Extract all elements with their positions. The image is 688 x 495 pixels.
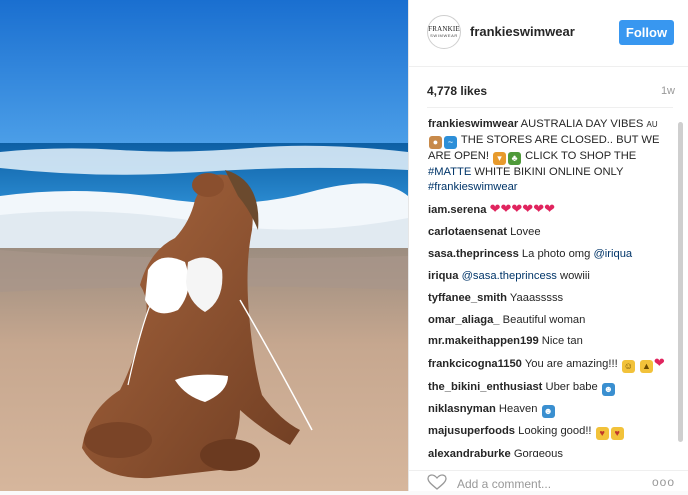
post-photo	[0, 0, 408, 491]
monkey-emoji-icon: ●	[429, 135, 442, 149]
heart-icon: ❤	[489, 201, 501, 217]
post-age[interactable]: 1w	[661, 85, 675, 97]
comment-item: iriqua @sasa.theprincess wowiii	[428, 269, 674, 285]
comment-text: Beautiful woman	[502, 313, 586, 326]
comment-item: sasa.theprincess La photo omg @iriqua	[428, 247, 674, 263]
heart-icon: ❤	[500, 201, 512, 217]
caption-text: WHITE BIKINI ONLINE ONLY	[474, 165, 624, 178]
avatar-text-top: FRANKIE	[428, 25, 460, 33]
hashtag-link[interactable]: #MATTE	[428, 166, 471, 178]
comments-scrollbar[interactable]	[678, 122, 683, 442]
comment-item: the_bikini_enthusiast Uber babe ☻	[428, 380, 674, 396]
comment-bar: Add a comment... ooo	[409, 470, 688, 492]
comment-text: You are amazing!!!	[524, 358, 618, 371]
heart-icon: ❤	[511, 201, 523, 217]
caption-username[interactable]: frankieswimwear	[428, 118, 518, 130]
comment-item: tyffanee_smith Yaaasssss	[428, 291, 674, 307]
thumbs-up-emoji-icon: ▲	[639, 360, 653, 374]
comment-username[interactable]: niklasnyman	[428, 403, 496, 415]
post-header: FRANKIE SWIMWEAR frankieswimwear Follow	[409, 0, 688, 67]
caption: frankieswimwear AUSTRALIA DAY VIBES AU ●…	[428, 117, 674, 196]
comment-text: La photo omg	[521, 247, 591, 260]
heart-icon: ❤	[544, 201, 556, 217]
hashtag-link[interactable]: #frankieswimwear	[428, 181, 518, 193]
heart-eyes-emoji-icon: ♥	[595, 427, 609, 441]
comment-text: Yaaasssss	[509, 291, 564, 304]
flag-text: AU	[646, 120, 658, 129]
hands-up-emoji-icon: ☻	[601, 382, 615, 396]
comment-input[interactable]: Add a comment...	[457, 477, 551, 491]
comment-item: alexandraburke Gorgeous	[428, 447, 674, 458]
comment-username[interactable]: sasa.theprincess	[428, 248, 519, 260]
comment-item: niklasnyman Heaven ☻	[428, 402, 674, 418]
heart-icon: ❤	[653, 355, 665, 371]
comment-item: omar_aliaga_ Beautiful woman	[428, 313, 674, 329]
divider	[427, 107, 673, 108]
comment-text: Heaven	[498, 402, 538, 415]
comment-username[interactable]: carlotaensenat	[428, 226, 507, 238]
heart-icon: ❤	[533, 201, 545, 217]
username-link[interactable]: frankieswimwear	[470, 24, 575, 39]
heart-icon: ❤	[522, 201, 534, 217]
comment-username[interactable]: mr.makeithappen199	[428, 335, 539, 347]
comment-text: Looking good!!	[518, 425, 592, 438]
comment-text: Gorgeous	[513, 447, 563, 458]
comment-username[interactable]: frankcicogna1150	[428, 358, 522, 370]
comment-username[interactable]: majusuperfoods	[428, 425, 515, 437]
mention-link[interactable]: @iriqua	[593, 248, 632, 260]
heart-eyes-emoji-icon: ♥	[610, 427, 624, 441]
comment-text: wowiii	[560, 269, 590, 282]
caption-text: CLICK TO SHOP THE	[525, 149, 637, 162]
avatar[interactable]: FRANKIE SWIMWEAR	[427, 15, 461, 49]
comment-username[interactable]: omar_aliaga_	[428, 314, 500, 326]
comment-username[interactable]: the_bikini_enthusiast	[428, 381, 542, 393]
comment-username[interactable]: iriqua	[428, 270, 458, 282]
palm-tree-emoji-icon: ♣	[508, 151, 522, 165]
caption-text: AUSTRALIA DAY VIBES	[520, 118, 644, 130]
comment-item: mr.makeithappen199 Nice tan	[428, 334, 674, 350]
mention-link[interactable]: @sasa.theprincess	[462, 270, 557, 282]
comment-item: majusuperfoods Looking good!! ♥ ♥	[428, 424, 674, 441]
comment-username[interactable]: alexandraburke	[428, 448, 511, 458]
avatar-text-bottom: SWIMWEAR	[430, 33, 458, 38]
comment-username[interactable]: iam.serena	[428, 204, 486, 216]
smile-emoji-icon: ☺	[621, 360, 635, 374]
comment-text: Uber babe	[545, 380, 598, 393]
post-panel: FRANKIE SWIMWEAR frankieswimwear Follow …	[408, 0, 688, 491]
comment-username[interactable]: tyffanee_smith	[428, 292, 507, 304]
drink-emoji-icon: ▾	[493, 151, 507, 165]
more-options-icon[interactable]: ooo	[652, 475, 675, 489]
comment-item: iam.serena ❤❤❤❤❤❤	[428, 202, 674, 219]
beach-photo	[0, 0, 408, 491]
comment-list: frankieswimwear AUSTRALIA DAY VIBES AU ●…	[428, 117, 674, 457]
follow-button[interactable]: Follow	[619, 20, 674, 45]
likes-count[interactable]: 4,778 likes	[427, 84, 487, 98]
splash-emoji-icon: ~	[444, 135, 457, 149]
comment-item: frankcicogna1150 You are amazing!!! ☺ ▲ ❤	[428, 355, 674, 374]
comment-text: Nice tan	[541, 335, 583, 348]
comment-text: Lovee	[510, 225, 541, 238]
comment-item: carlotaensenat Lovee	[428, 225, 674, 241]
hands-up-emoji-icon: ☻	[541, 404, 555, 418]
heart-outline-icon[interactable]	[427, 474, 447, 495]
